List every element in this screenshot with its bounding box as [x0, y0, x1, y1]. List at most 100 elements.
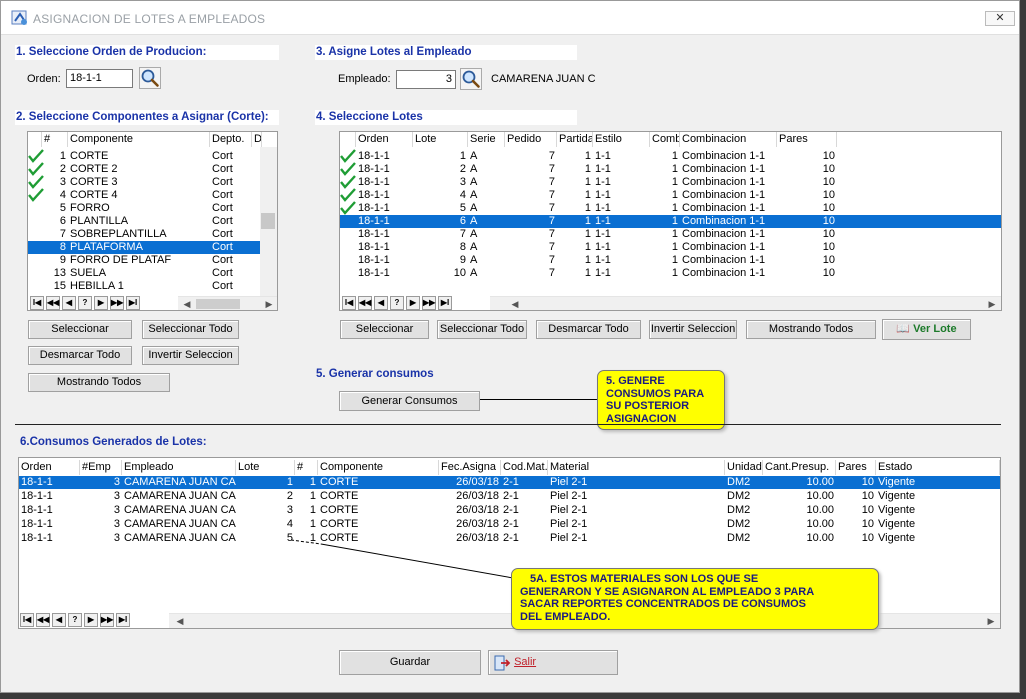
table-row[interactable]: 18-1-1 10 A 7 1 1-1 1 Combinacion 1-1 10 — [340, 267, 1001, 280]
next-record-icon[interactable]: ▶ — [84, 613, 98, 627]
checkmark-icon[interactable] — [28, 175, 44, 189]
prev-record-icon[interactable]: ◀ — [52, 613, 66, 627]
table-row[interactable]: 18-1-1 3 CAMARENA JUAN CAR 4 1 CORTE 26/03/18 2… — [19, 518, 1000, 531]
column-header[interactable]: # — [42, 132, 68, 147]
table-row[interactable]: 6 PLANTILLA Cort — [28, 215, 260, 228]
column-header[interactable]: Estado — [876, 460, 1000, 475]
checkmark-icon[interactable] — [340, 149, 356, 163]
generar-consumos-button[interactable]: Generar Consumos — [339, 391, 480, 411]
help-icon[interactable]: ? — [390, 296, 404, 310]
prev-page-icon[interactable]: ◀◀ — [358, 296, 372, 310]
next-record-icon[interactable]: ▶ — [94, 296, 108, 310]
table-row[interactable]: 18-1-1 8 A 7 1 1-1 1 Combinacion 1-1 10 — [340, 241, 1001, 254]
lote-invertir-seleccion-button[interactable]: Invertir Seleccion — [649, 320, 737, 339]
table-row[interactable]: 13 SUELA Cort — [28, 267, 260, 280]
column-header[interactable]: D — [252, 132, 262, 147]
comp-mostrando-todos-button[interactable]: Mostrando Todos — [28, 373, 170, 392]
scroll-right-icon[interactable]: ▶ — [984, 614, 998, 628]
last-record-icon[interactable]: ▶I — [438, 296, 452, 310]
orden-input[interactable]: 18-1-1 — [66, 69, 133, 88]
column-header[interactable]: Lote — [236, 460, 295, 475]
table-row[interactable]: 18-1-1 2 A 7 1 1-1 1 Combinacion 1-1 10 — [340, 163, 1001, 176]
lote-seleccionar-button[interactable]: Seleccionar — [340, 320, 429, 339]
lotes-grid[interactable]: Orden Lote Serie Pedido Partida Estilo Comb Com… — [339, 131, 1002, 311]
column-header[interactable]: Pares — [836, 460, 876, 475]
first-record-icon[interactable]: I◀ — [342, 296, 356, 310]
salir-button[interactable]: Salir — [488, 650, 618, 675]
column-header[interactable] — [28, 132, 42, 147]
scroll-right-icon[interactable]: ▶ — [985, 297, 999, 310]
help-icon[interactable]: ? — [78, 296, 92, 310]
orden-search-button[interactable] — [139, 67, 161, 89]
table-row[interactable]: 18-1-1 1 A 7 1 1-1 1 Combinacion 1-1 10 — [340, 150, 1001, 163]
last-record-icon[interactable]: ▶I — [126, 296, 140, 310]
componentes-hscroll-thumb[interactable] — [196, 299, 240, 309]
checkmark-icon[interactable] — [28, 149, 44, 163]
empleado-input[interactable]: 3 — [396, 70, 456, 89]
column-header[interactable]: Pares — [777, 132, 837, 147]
column-header[interactable]: Orden — [19, 460, 80, 475]
column-header[interactable]: Cod.Mat. — [501, 460, 548, 475]
column-header[interactable]: Material — [548, 460, 725, 475]
checkmark-icon[interactable] — [340, 162, 356, 176]
column-header[interactable]: Serie — [468, 132, 505, 147]
table-row[interactable]: 18-1-1 7 A 7 1 1-1 1 Combinacion 1-1 10 — [340, 228, 1001, 241]
column-header[interactable]: Cant.Presup. — [763, 460, 836, 475]
comp-desmarcar-todo-button[interactable]: Desmarcar Todo — [28, 346, 132, 365]
table-row[interactable]: 18-1-1 3 CAMARENA JUAN CAR 2 1 CORTE 26/03/18 2… — [19, 490, 1000, 503]
checkmark-icon[interactable] — [28, 188, 44, 202]
scroll-left-icon[interactable]: ◀ — [508, 297, 522, 310]
componentes-hscrollbar[interactable]: ◀ ▶ — [178, 296, 277, 310]
table-row[interactable]: 18-1-1 3 CAMARENA JUAN CAR 1 1 CORTE 26/03/18 2… — [19, 476, 1000, 489]
table-row[interactable]: 18-1-1 9 A 7 1 1-1 1 Combinacion 1-1 10 — [340, 254, 1001, 267]
scroll-left-icon[interactable]: ◀ — [180, 297, 194, 310]
column-header[interactable]: Orden — [356, 132, 413, 147]
table-row[interactable]: 18-1-1 4 A 7 1 1-1 1 Combinacion 1-1 10 — [340, 189, 1001, 202]
table-row[interactable]: 4 CORTE 4 Cort — [28, 189, 260, 202]
column-header[interactable]: Componente — [68, 132, 210, 147]
lote-mostrando-todos-button[interactable]: Mostrando Todos — [746, 320, 876, 339]
column-header[interactable]: Estilo — [593, 132, 650, 147]
comp-seleccionar-todo-button[interactable]: Seleccionar Todo — [142, 320, 239, 339]
column-header[interactable]: Componente — [318, 460, 439, 475]
table-row[interactable]: 18-1-1 6 A 7 1 1-1 1 Combinacion 1-1 10 — [340, 215, 1001, 228]
table-row[interactable]: 18-1-1 3 CAMARENA JUAN CAR 3 1 CORTE 26/03/18 2… — [19, 504, 1000, 517]
table-row[interactable]: 15 HEBILLA 1 Cort — [28, 280, 260, 293]
column-header[interactable]: Partida — [557, 132, 593, 147]
column-header[interactable]: Empleado — [122, 460, 236, 475]
last-record-icon[interactable]: ▶I — [116, 613, 130, 627]
checkmark-icon[interactable] — [28, 162, 44, 176]
first-record-icon[interactable]: I◀ — [30, 296, 44, 310]
column-header[interactable]: Fec.Asigna — [439, 460, 501, 475]
table-row[interactable]: 9 FORRO DE PLATAF Cort — [28, 254, 260, 267]
table-row[interactable]: 1 CORTE Cort — [28, 150, 260, 163]
scroll-left-icon[interactable]: ◀ — [173, 614, 187, 628]
componentes-vscroll-thumb[interactable] — [261, 213, 275, 229]
table-row[interactable]: 8 PLATAFORMA Cort — [28, 241, 260, 254]
lotes-hscrollbar[interactable]: ◀ ▶ — [490, 296, 1001, 310]
table-row[interactable]: 18-1-1 5 A 7 1 1-1 1 Combinacion 1-1 10 — [340, 202, 1001, 215]
next-page-icon[interactable]: ▶▶ — [110, 296, 124, 310]
table-row[interactable]: 2 CORTE 2 Cort — [28, 163, 260, 176]
lote-desmarcar-todo-button[interactable]: Desmarcar Todo — [536, 320, 641, 339]
column-header[interactable]: Pedido — [505, 132, 557, 147]
column-header[interactable]: Lote — [413, 132, 468, 147]
table-row[interactable]: 5 FORRO Cort — [28, 202, 260, 215]
column-header[interactable]: Combinacion — [680, 132, 777, 147]
scroll-right-icon[interactable]: ▶ — [262, 297, 276, 310]
comp-seleccionar-button[interactable]: Seleccionar — [28, 320, 132, 339]
column-header[interactable] — [340, 132, 356, 147]
next-record-icon[interactable]: ▶ — [406, 296, 420, 310]
table-row[interactable]: 18-1-1 3 A 7 1 1-1 1 Combinacion 1-1 10 — [340, 176, 1001, 189]
next-page-icon[interactable]: ▶▶ — [100, 613, 114, 627]
help-icon[interactable]: ? — [68, 613, 82, 627]
prev-page-icon[interactable]: ◀◀ — [36, 613, 50, 627]
prev-record-icon[interactable]: ◀ — [374, 296, 388, 310]
column-header[interactable]: #Emp — [80, 460, 122, 475]
componentes-grid[interactable]: # Componente Depto. D 1 CORTE Cort 2 CORTE 2 Cor… — [27, 131, 278, 311]
column-header[interactable]: # — [295, 460, 318, 475]
first-record-icon[interactable]: I◀ — [20, 613, 34, 627]
checkmark-icon[interactable] — [340, 201, 356, 215]
componentes-vscrollbar[interactable] — [260, 147, 277, 297]
column-header[interactable]: Comb — [650, 132, 680, 147]
